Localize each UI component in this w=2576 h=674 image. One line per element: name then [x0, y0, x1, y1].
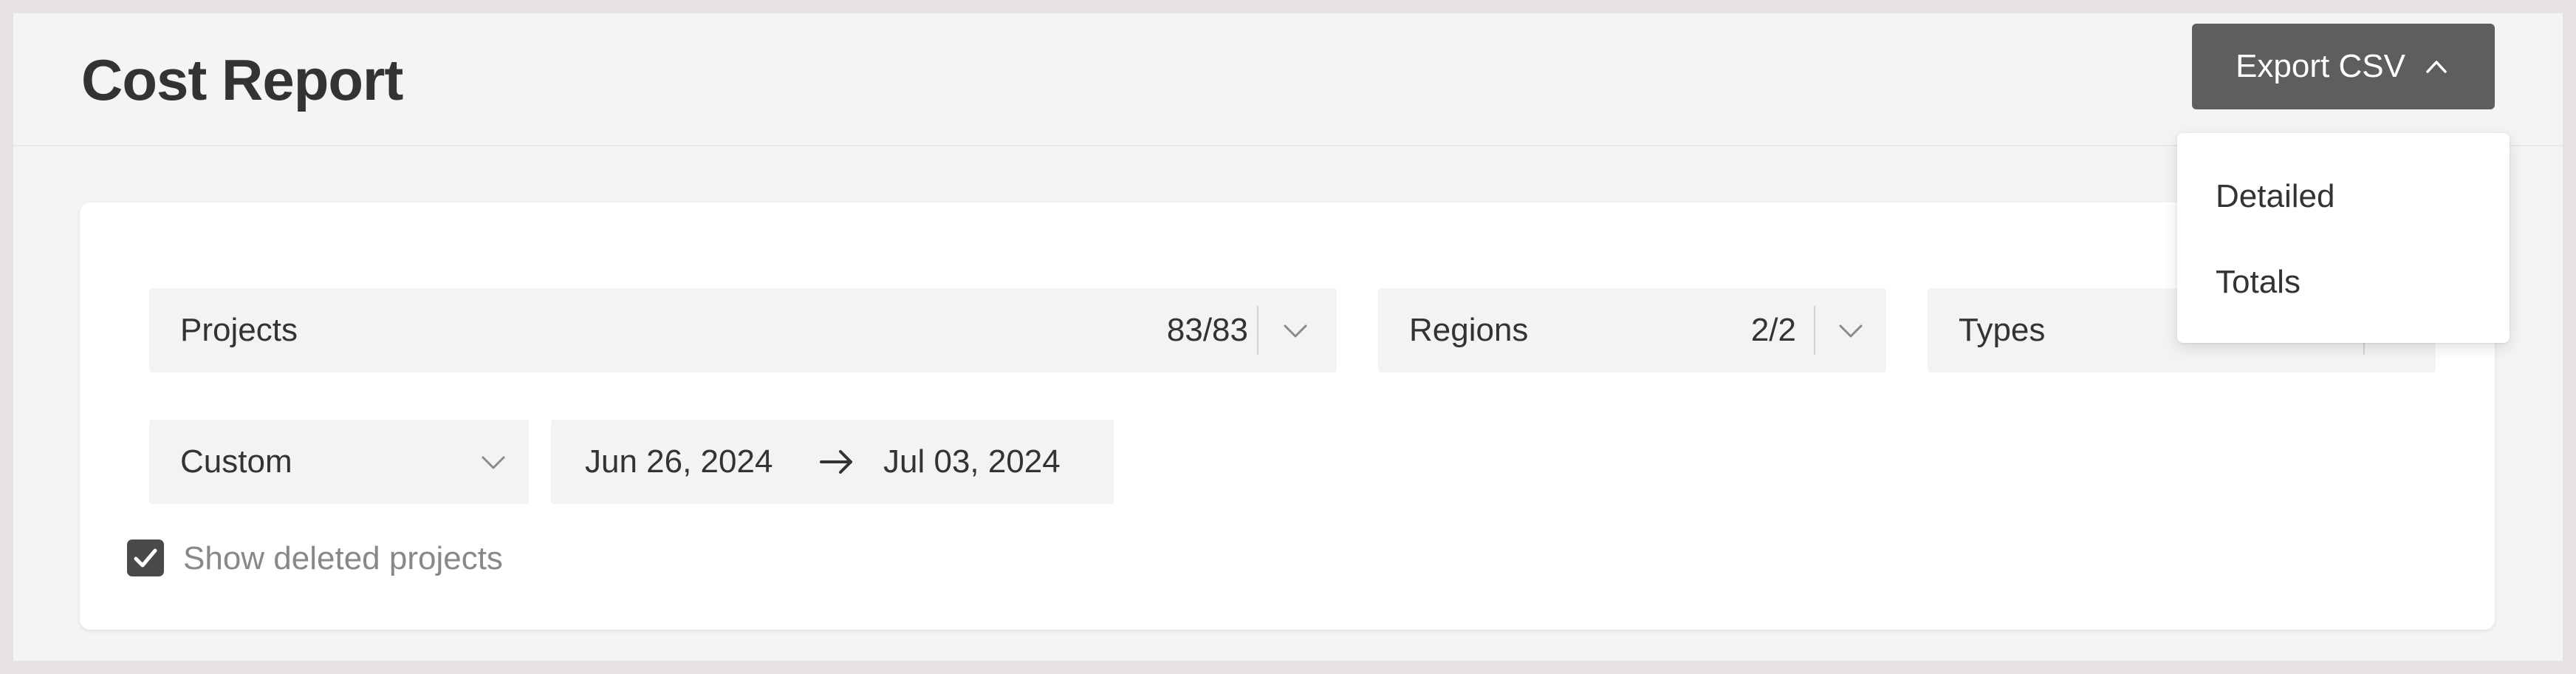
date-range-picker[interactable]: Jun 26, 2024 Jul 03, 2024 — [551, 420, 1114, 504]
regions-select-label: Regions — [1409, 312, 1529, 348]
menu-item-totals[interactable]: Totals — [2216, 260, 2301, 304]
checkmark-icon — [134, 548, 157, 568]
app-frame: Cost Report Export CSV Projects 83/83 Re… — [13, 13, 2563, 661]
select-divider — [1814, 306, 1815, 355]
page-title: Cost Report — [81, 47, 403, 112]
filters-card: Projects 83/83 Regions 2/2 Types Custom … — [80, 202, 2495, 630]
chevron-down-icon[interactable] — [1281, 316, 1310, 345]
chevron-down-icon — [482, 456, 505, 469]
chevron-up-icon — [2426, 61, 2447, 73]
export-csv-label: Export CSV — [2236, 48, 2405, 84]
projects-select-count: 83/83 — [1166, 312, 1248, 348]
end-date[interactable]: Jul 03, 2024 — [883, 420, 1061, 504]
export-csv-button[interactable]: Export CSV — [2192, 24, 2495, 109]
start-date[interactable]: Jun 26, 2024 — [585, 420, 773, 504]
period-select[interactable]: Custom — [149, 420, 529, 504]
chevron-down-icon[interactable] — [1836, 316, 1866, 345]
regions-select-count: 2/2 — [1750, 312, 1796, 348]
types-select-label: Types — [1959, 312, 2046, 348]
show-deleted-label[interactable]: Show deleted projects — [183, 538, 503, 579]
period-select-label: Custom — [180, 443, 292, 480]
regions-select[interactable]: Regions 2/2 — [1378, 288, 1886, 372]
export-csv-menu: Detailed Totals — [2177, 133, 2510, 343]
show-deleted-checkbox[interactable] — [127, 539, 164, 576]
arrow-right-icon — [820, 450, 852, 474]
projects-select[interactable]: Projects 83/83 — [149, 288, 1337, 372]
page-header: Cost Report Export CSV — [13, 13, 2563, 146]
select-divider — [1257, 306, 1258, 355]
menu-item-detailed[interactable]: Detailed — [2216, 174, 2334, 219]
projects-select-label: Projects — [180, 312, 298, 348]
